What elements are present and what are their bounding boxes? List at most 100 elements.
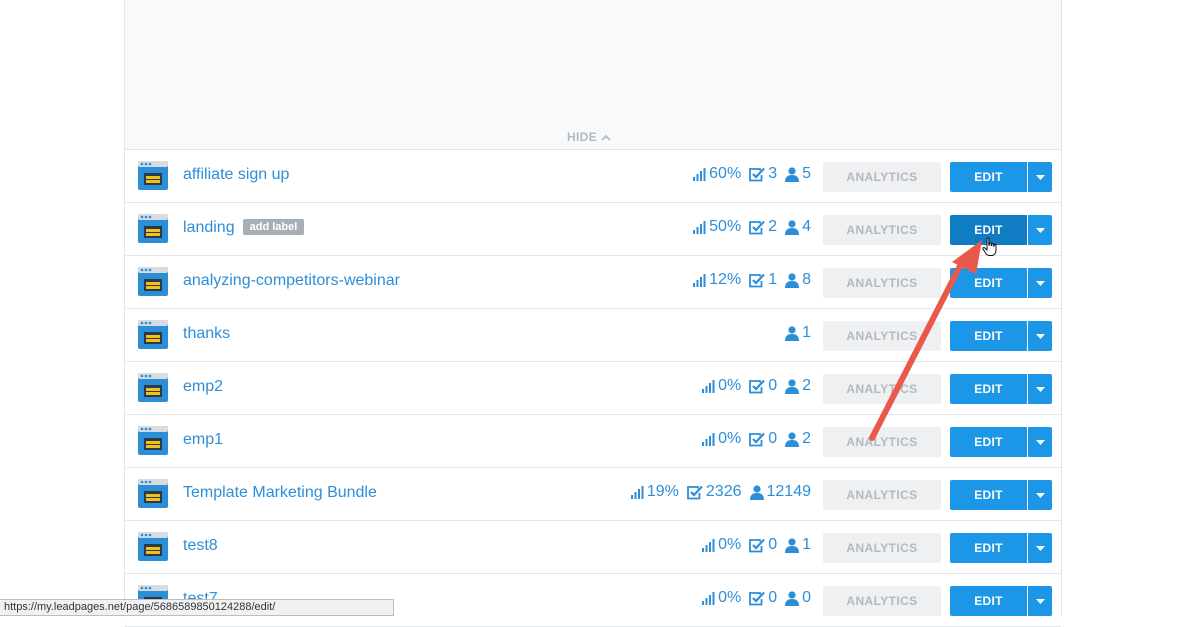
caret-down-icon xyxy=(1035,545,1045,551)
checks-stat: 0 xyxy=(749,430,777,448)
visitors-stat: 1 xyxy=(785,324,811,342)
conversion-value: 0% xyxy=(718,536,742,553)
page-name-link[interactable]: emp1 xyxy=(183,431,223,449)
analytics-button[interactable]: ANALYTICS xyxy=(823,215,941,245)
conversion-stat: 60% xyxy=(693,165,741,183)
analytics-button[interactable]: ANALYTICS xyxy=(823,586,941,616)
edit-dropdown-toggle[interactable] xyxy=(1028,268,1052,298)
analytics-button[interactable]: ANALYTICS xyxy=(823,533,941,563)
page-row: landing add label 50% 2 4 ANALYTICS EDIT xyxy=(125,203,1061,256)
edit-button[interactable]: EDIT xyxy=(950,586,1027,616)
analytics-button[interactable]: ANALYTICS xyxy=(823,321,941,351)
page-thumbnail-icon xyxy=(138,532,168,561)
page-name-link[interactable]: analyzing-competitors-webinar xyxy=(183,272,400,290)
checks-stat: 2 xyxy=(749,218,777,236)
edit-button-group: EDIT xyxy=(950,533,1052,563)
page-thumbnail xyxy=(138,532,168,561)
page-name-link[interactable]: Template Marketing Bundle xyxy=(183,484,377,502)
page-row: emp2 0% 0 2 ANALYTICS EDIT xyxy=(125,362,1061,415)
edit-dropdown-toggle[interactable] xyxy=(1028,215,1052,245)
visitors-stat: 1 xyxy=(785,536,811,554)
edit-button[interactable]: EDIT xyxy=(950,533,1027,563)
checkbox-icon xyxy=(687,485,703,499)
visitors-value: 2 xyxy=(802,430,811,447)
page-row: emp1 0% 0 2 ANALYTICS EDIT xyxy=(125,415,1061,468)
edit-button-group: EDIT xyxy=(950,162,1052,192)
visitors-value: 0 xyxy=(802,589,811,606)
checks-value: 3 xyxy=(768,165,778,182)
conversion-value: 50% xyxy=(709,218,742,235)
add-label-button[interactable]: add label xyxy=(242,219,305,235)
user-icon xyxy=(785,590,800,606)
page-stats: 60% 3 5 xyxy=(693,165,811,183)
edit-dropdown-toggle[interactable] xyxy=(1028,533,1052,563)
page-stats: 50% 2 4 xyxy=(693,218,811,236)
edit-button[interactable]: EDIT xyxy=(950,321,1027,351)
checks-stat: 0 xyxy=(749,536,777,554)
page-thumbnail xyxy=(138,373,168,402)
user-icon xyxy=(749,484,764,500)
edit-button[interactable]: EDIT xyxy=(950,480,1027,510)
checks-value: 0 xyxy=(768,589,778,606)
checkbox-icon xyxy=(749,273,765,287)
edit-button[interactable]: EDIT xyxy=(950,268,1027,298)
edit-dropdown-toggle[interactable] xyxy=(1028,374,1052,404)
page-thumbnail-icon xyxy=(138,161,168,190)
user-icon xyxy=(785,325,800,341)
visitors-value: 5 xyxy=(802,165,811,182)
edit-button[interactable]: EDIT xyxy=(950,162,1027,192)
visitors-stat: 0 xyxy=(785,589,811,607)
visitors-value: 8 xyxy=(802,271,811,288)
conversion-stat: 12% xyxy=(693,271,741,289)
page-thumbnail xyxy=(138,267,168,296)
status-bar: https://my.leadpages.net/page/5686589850… xyxy=(0,599,394,616)
edit-button-group: EDIT xyxy=(950,321,1052,351)
chevron-up-icon xyxy=(601,134,611,141)
checkbox-icon xyxy=(749,591,765,605)
caret-down-icon xyxy=(1035,333,1045,339)
analytics-button[interactable]: ANALYTICS xyxy=(823,162,941,192)
visitors-value: 1 xyxy=(802,536,811,553)
analytics-button[interactable]: ANALYTICS xyxy=(823,480,941,510)
visitors-stat: 8 xyxy=(785,271,811,289)
page-name: emp2 xyxy=(183,378,224,395)
edit-dropdown-toggle[interactable] xyxy=(1028,427,1052,457)
page-thumbnail-icon xyxy=(138,214,168,243)
checks-value: 1 xyxy=(768,271,778,288)
caret-down-icon xyxy=(1035,492,1045,498)
page-name: affiliate sign up xyxy=(183,166,290,183)
page-thumbnail xyxy=(138,214,168,243)
conversion-value: 0% xyxy=(718,377,742,394)
page-thumbnail-icon xyxy=(138,426,168,455)
page-name-link[interactable]: thanks xyxy=(183,325,230,343)
edit-dropdown-toggle[interactable] xyxy=(1028,480,1052,510)
edit-button-group: EDIT xyxy=(950,427,1052,457)
page-name: landing xyxy=(183,219,235,236)
conversion-stat: 0% xyxy=(702,377,741,395)
page-row: affiliate sign up 60% 3 5 ANALYTICS EDIT xyxy=(125,150,1061,203)
page-name-link[interactable]: test8 xyxy=(183,537,218,555)
page-name: test8 xyxy=(183,537,218,554)
page-stats: 1 xyxy=(785,324,811,342)
page-stats: 12% 1 8 xyxy=(693,271,811,289)
page-name-link[interactable]: landing add label xyxy=(183,219,305,237)
analytics-button[interactable]: ANALYTICS xyxy=(823,268,941,298)
analytics-button[interactable]: ANALYTICS xyxy=(823,427,941,457)
edit-dropdown-toggle[interactable] xyxy=(1028,586,1052,616)
edit-dropdown-toggle[interactable] xyxy=(1028,162,1052,192)
edit-button[interactable]: EDIT xyxy=(950,374,1027,404)
checks-value: 0 xyxy=(768,430,778,447)
edit-button-group: EDIT xyxy=(950,480,1052,510)
page-row: test8 0% 0 1 ANALYTICS EDIT xyxy=(125,521,1061,574)
analytics-button[interactable]: ANALYTICS xyxy=(823,374,941,404)
checks-value: 2326 xyxy=(705,483,742,500)
page-name-link[interactable]: emp2 xyxy=(183,378,223,396)
hide-toggle[interactable]: HIDE xyxy=(567,130,611,144)
edit-dropdown-toggle[interactable] xyxy=(1028,321,1052,351)
checks-value: 0 xyxy=(768,377,778,394)
page-thumbnail xyxy=(138,426,168,455)
visitors-stat: 2 xyxy=(785,377,811,395)
page-name-link[interactable]: affiliate sign up xyxy=(183,166,289,184)
edit-button[interactable]: EDIT xyxy=(950,427,1027,457)
visitors-value: 4 xyxy=(802,218,811,235)
